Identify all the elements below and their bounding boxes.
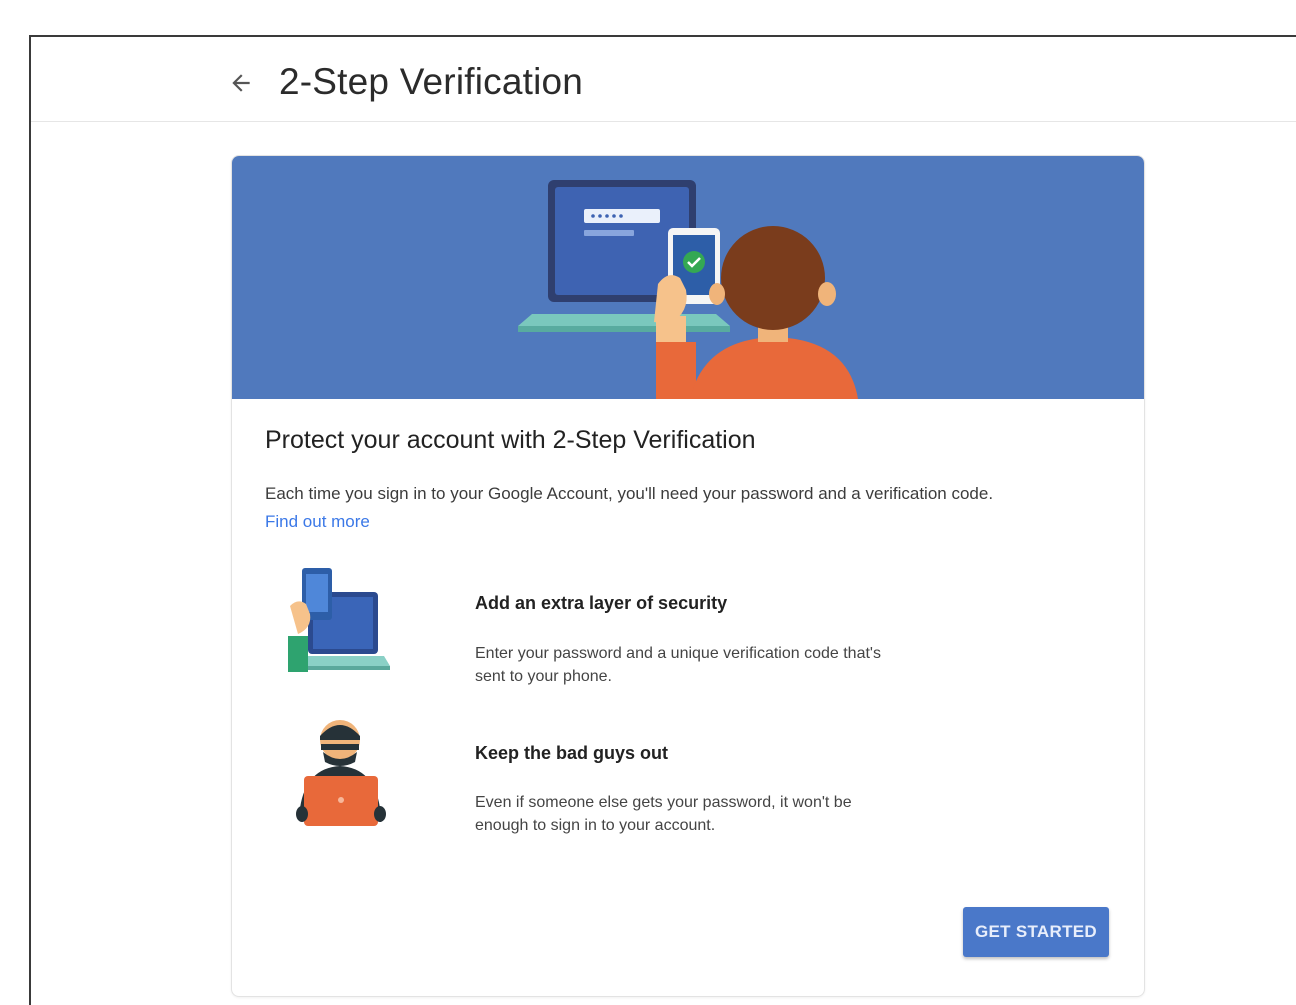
hacker-illustration bbox=[294, 718, 390, 839]
feature-text-line: sent to your phone. bbox=[475, 668, 612, 685]
feature-text-bad-guys: Even if someone else gets your password,… bbox=[475, 791, 975, 837]
card-description: Each time you sign in to your Google Acc… bbox=[265, 484, 994, 503]
hero-banner bbox=[232, 156, 1144, 402]
browser-frame: 2-Step Verification Protect your account… bbox=[29, 35, 1296, 1005]
feature-text-line: enough to sign in to your account. bbox=[475, 817, 716, 834]
phone-laptop-illustration bbox=[280, 566, 390, 687]
feature-title-security: Add an extra layer of security bbox=[475, 593, 728, 613]
page-header: 2-Step Verification bbox=[31, 37, 1296, 122]
feature-title-bad-guys: Keep the bad guys out bbox=[475, 743, 669, 763]
get-started-button[interactable]: GET STARTED bbox=[963, 907, 1109, 957]
card-heading: Protect your account with 2-Step Verific… bbox=[265, 426, 756, 454]
verification-card: Protect your account with 2-Step Verific… bbox=[231, 155, 1145, 997]
back-button[interactable] bbox=[223, 65, 259, 101]
person-laptop-phone-illustration bbox=[518, 180, 858, 402]
feature-text-line: Enter your password and a unique verific… bbox=[475, 645, 881, 662]
arrow-back-icon bbox=[232, 74, 250, 92]
feature-text-line: Even if someone else gets your password,… bbox=[475, 794, 852, 811]
page-title: 2-Step Verification bbox=[279, 61, 584, 102]
find-out-more-link[interactable]: Find out more bbox=[265, 512, 370, 532]
feature-text-security: Enter your password and a unique verific… bbox=[475, 642, 975, 688]
